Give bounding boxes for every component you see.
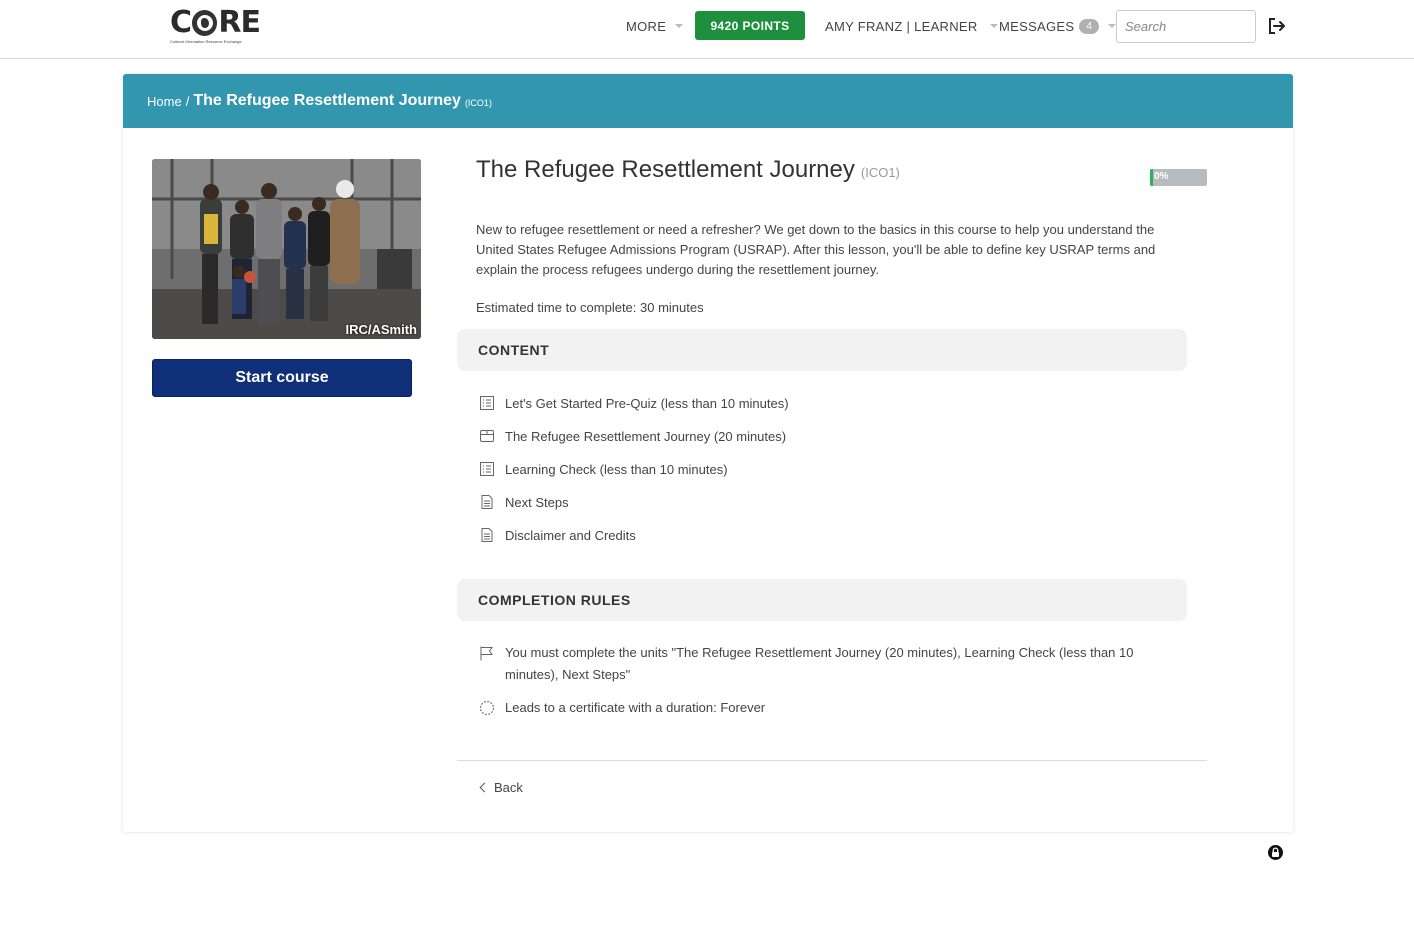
chevron-left-icon xyxy=(479,782,490,793)
core-logo[interactable]: C RE Cultural Orientation Resource Exchan… xyxy=(170,8,261,45)
chevron-down-icon xyxy=(989,24,998,28)
unit-label: The Refugee Resettlement Journey (20 min… xyxy=(505,428,787,444)
back-label: Back xyxy=(494,780,523,795)
user-menu-label: AMY FRANZ | LEARNER xyxy=(825,18,978,34)
user-menu[interactable]: AMY FRANZ | LEARNER xyxy=(825,17,998,35)
breadcrumb-title: The Refugee Resettlement Journey xyxy=(193,92,461,109)
unit-label: Next Steps xyxy=(505,494,569,510)
top-navbar: C RE Cultural Orientation Resource Exchan… xyxy=(0,0,1414,59)
completion-rules-heading: COMPLETION RULES xyxy=(457,579,1187,621)
document-icon xyxy=(481,528,493,542)
logout-icon[interactable] xyxy=(1266,15,1288,37)
start-course-button[interactable]: Start course xyxy=(152,359,412,397)
chevron-down-icon xyxy=(675,24,684,28)
breadcrumb-separator: / xyxy=(185,93,190,109)
points-button[interactable]: 9420 POINTS xyxy=(695,11,805,40)
search-input[interactable] xyxy=(1116,10,1256,43)
unit-item[interactable]: The Refugee Resettlement Journey (20 min… xyxy=(479,426,786,446)
package-box-icon xyxy=(480,430,494,442)
messages-menu[interactable]: MESSAGES 4 xyxy=(999,17,1117,35)
completion-rule-text: Leads to a certificate with a duration: … xyxy=(505,700,766,715)
divider xyxy=(457,760,1207,761)
content-section-heading: CONTENT xyxy=(457,329,1187,371)
completion-rule-text: You must complete the units "The Refugee… xyxy=(505,645,1134,682)
messages-label: MESSAGES xyxy=(999,18,1075,34)
course-title-row: The Refugee Resettlement Journey (ICO1) xyxy=(476,156,900,184)
breadcrumb: Home / The Refugee Resettlement Journey … xyxy=(123,74,1293,128)
unit-item[interactable]: Learning Check (less than 10 minutes) xyxy=(479,459,728,479)
course-progress-bar: 0% xyxy=(1150,169,1207,186)
more-menu-label: MORE xyxy=(626,18,667,34)
breadcrumb-home-link[interactable]: Home xyxy=(147,94,182,109)
unit-item[interactable]: Disclaimer and Credits xyxy=(479,525,636,545)
page-title: The Refugee Resettlement Journey xyxy=(476,156,855,183)
unit-label: Disclaimer and Credits xyxy=(505,527,636,543)
breadcrumb-code: (ICO1) xyxy=(464,97,492,108)
certificate-seal-icon xyxy=(479,700,495,716)
more-menu[interactable]: MORE xyxy=(626,17,684,35)
lock-icon[interactable] xyxy=(1267,844,1284,861)
unit-item[interactable]: Let's Get Started Pre-Quiz (less than 10… xyxy=(479,393,789,413)
completion-rule: Leads to a certificate with a duration: … xyxy=(479,697,1179,719)
course-image: IRC/ASmith xyxy=(152,159,421,339)
unit-label: Learning Check (less than 10 minutes) xyxy=(505,461,728,477)
progress-label: 0% xyxy=(1154,171,1169,182)
flag-icon xyxy=(480,646,493,661)
course-code: (ICO1) xyxy=(860,165,900,180)
unit-label: Let's Get Started Pre-Quiz (less than 10… xyxy=(505,395,789,411)
back-link[interactable]: Back xyxy=(479,780,523,795)
image-credit: IRC/ASmith xyxy=(345,322,418,337)
progress-fill xyxy=(1150,169,1153,186)
completion-rule: You must complete the units "The Refugee… xyxy=(479,642,1179,686)
globe-icon xyxy=(192,10,218,36)
estimated-time: Estimated time to complete: 30 minutes xyxy=(476,300,704,315)
messages-count-badge: 4 xyxy=(1079,18,1100,34)
unit-item[interactable]: Next Steps xyxy=(479,492,569,512)
document-icon xyxy=(481,495,493,509)
family-photo xyxy=(152,159,421,339)
quiz-list-icon xyxy=(480,462,494,476)
quiz-list-icon xyxy=(480,396,494,410)
course-description: New to refugee resettlement or need a re… xyxy=(476,222,1156,277)
course-card: Home / The Refugee Resettlement Journey … xyxy=(123,74,1293,832)
